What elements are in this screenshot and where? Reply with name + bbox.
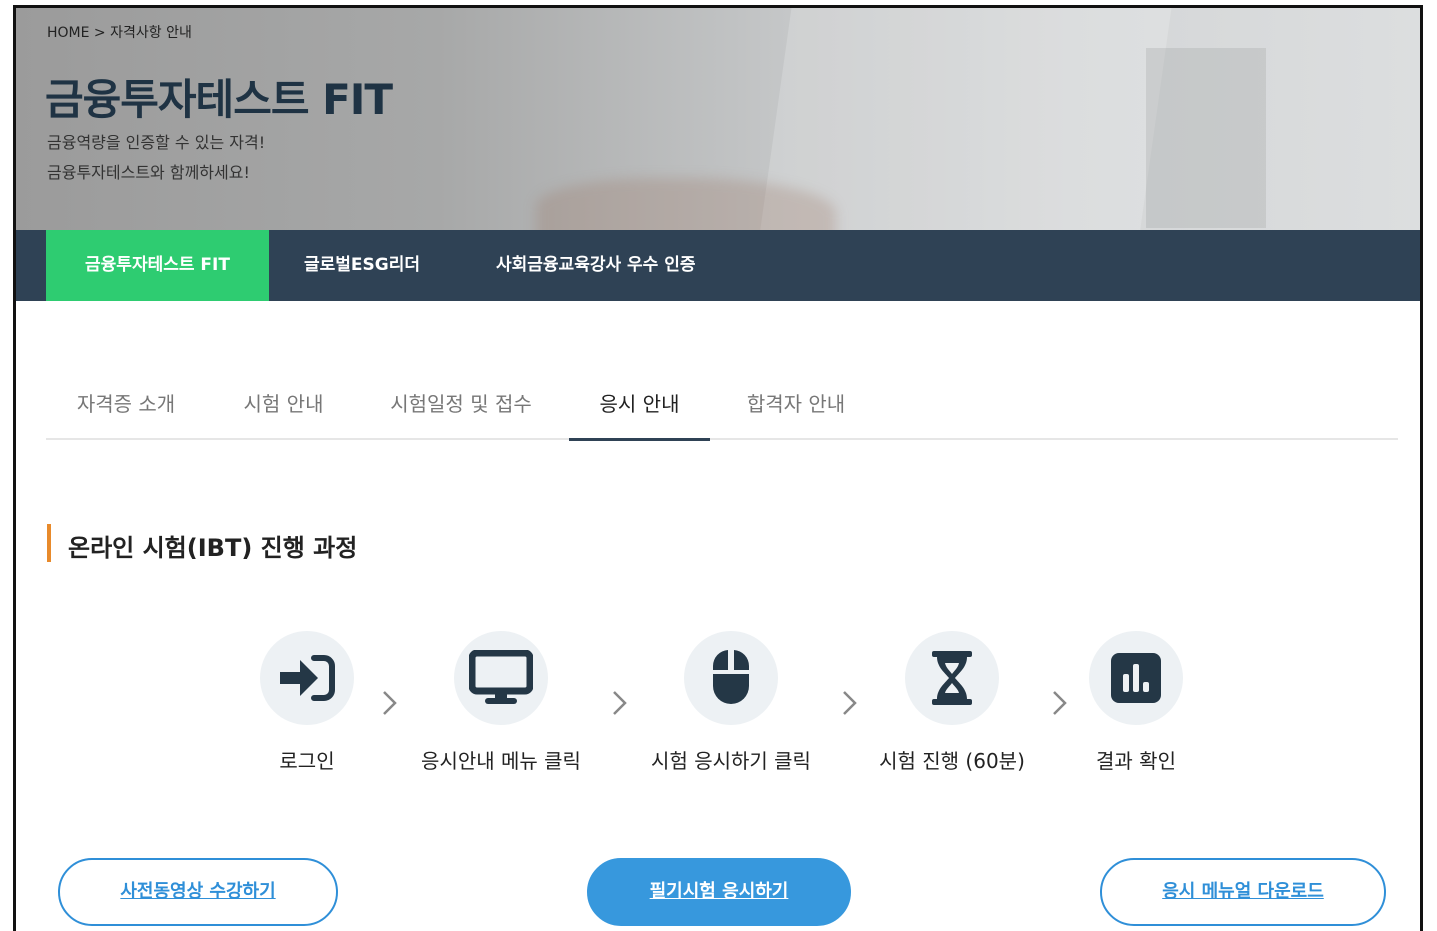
tab-certificate-intro[interactable]: 자격증 소개: [46, 378, 206, 440]
step-label: 시험 응시하기 클릭: [651, 749, 811, 773]
tab-exam-guide[interactable]: 응시 안내: [569, 378, 710, 441]
step-icon-circle: [260, 631, 354, 725]
bar-chart-icon: [1111, 653, 1161, 703]
section-accent-bar: [47, 524, 51, 562]
category-tab-esg-leader[interactable]: 글로벌ESG리더: [304, 230, 420, 301]
chevron-right-icon: [383, 691, 397, 715]
category-nav: 금융투자테스트 FIT 글로벌ESG리더 사회금융교육강사 우수 인증: [16, 230, 1420, 301]
breadcrumb[interactable]: HOME > 자격사항 안내: [47, 22, 192, 42]
hero-background-decoration: [1146, 48, 1266, 228]
step-label: 시험 진행 (60분): [879, 749, 1025, 773]
step-icon-circle: [454, 631, 548, 725]
hero-banner: HOME > 자격사항 안내 금융투자테스트 FIT 금융역량을 인증할 수 있…: [16, 8, 1420, 230]
category-tab-fit[interactable]: 금융투자테스트 FIT: [46, 230, 269, 301]
chevron-right-icon: [843, 691, 857, 715]
login-icon: [280, 655, 335, 701]
step-result: 결과 확인: [1089, 631, 1183, 773]
step-label: 결과 확인: [1096, 749, 1176, 773]
step-exam-click: 시험 응시하기 클릭: [651, 631, 811, 773]
step-login: 로그인: [260, 631, 354, 773]
hero-subtitle-line: 금융역량을 인증할 수 있는 자격!: [47, 133, 266, 152]
monitor-icon: [469, 650, 533, 704]
step-icon-circle: [905, 631, 999, 725]
sub-tabs: 자격증 소개 시험 안내 시험일정 및 접수 응시 안내 합격자 안내: [46, 378, 1398, 441]
tab-exam-info[interactable]: 시험 안내: [221, 378, 346, 440]
step-label: 응시안내 메뉴 클릭: [421, 749, 581, 773]
download-manual-button[interactable]: 응시 메뉴얼 다운로드: [1100, 858, 1386, 926]
chevron-right-icon: [1053, 691, 1067, 715]
step-icon-circle: [1089, 631, 1183, 725]
step-exam-progress: 시험 진행 (60분): [879, 631, 1025, 773]
tab-passers-info[interactable]: 합격자 안내: [726, 378, 866, 440]
hourglass-icon: [932, 651, 972, 705]
category-tab-instructor-cert[interactable]: 사회금융교육강사 우수 인증: [496, 230, 696, 301]
page-title: 금융투자테스트 FIT: [45, 75, 393, 124]
tab-schedule-registration[interactable]: 시험일정 및 접수: [366, 378, 556, 440]
hero-subtitle: 금융역량을 인증할 수 있는 자격! 금융투자테스트와 함께하세요!: [47, 128, 265, 188]
step-menu-click: 응시안내 메뉴 클릭: [421, 631, 581, 773]
step-icon-circle: [684, 631, 778, 725]
step-label: 로그인: [279, 749, 335, 773]
chevron-right-icon: [613, 691, 627, 715]
page-frame: HOME > 자격사항 안내 금융투자테스트 FIT 금융역량을 인증할 수 있…: [13, 5, 1423, 931]
mouse-icon: [713, 650, 749, 704]
section-title: 온라인 시험(IBT) 진행 과정: [68, 534, 358, 562]
hero-subtitle-line: 금융투자테스트와 함께하세요!: [47, 163, 250, 182]
take-written-exam-button[interactable]: 필기시험 응시하기: [587, 858, 851, 926]
watch-preview-video-button[interactable]: 사전동영상 수강하기: [58, 858, 338, 926]
